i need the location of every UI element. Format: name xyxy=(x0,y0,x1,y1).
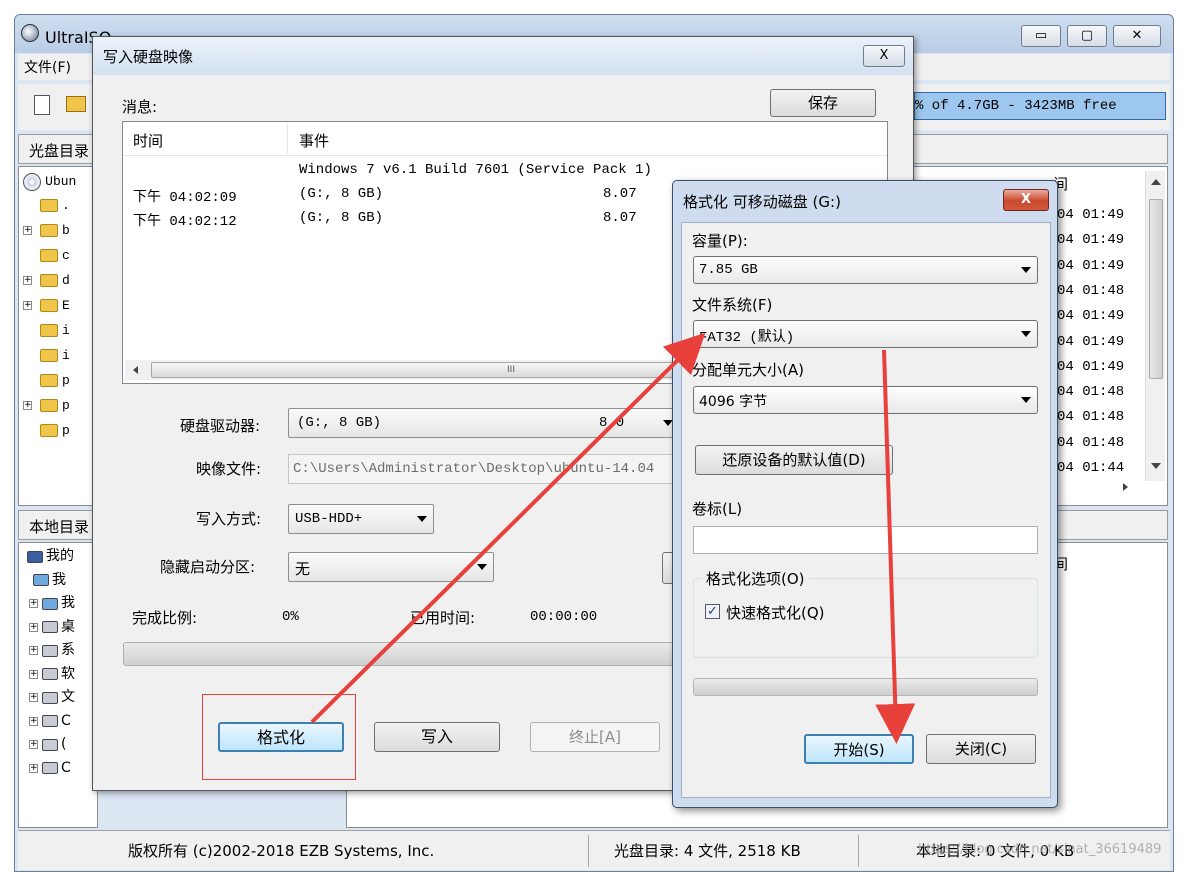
arrow-fs-to-start xyxy=(875,349,916,744)
arrow-format-to-fs xyxy=(310,332,706,724)
annotation-arrows xyxy=(310,332,916,744)
